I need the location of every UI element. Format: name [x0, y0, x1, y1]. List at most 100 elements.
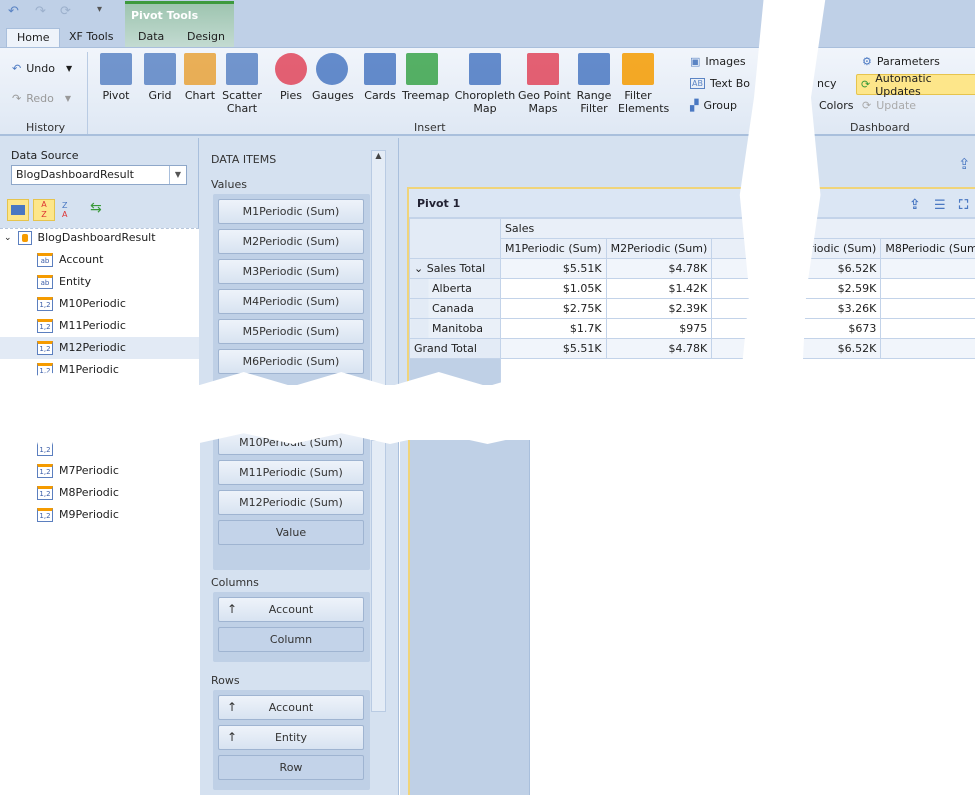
sort-ascending-button[interactable]: AZ — [33, 199, 55, 221]
field-item[interactable]: 1,2 M11Periodic — [0, 315, 199, 337]
tab-home[interactable]: Home — [6, 28, 61, 48]
insert-filter-button[interactable]: Filter Elements — [618, 53, 669, 115]
update-icon[interactable]: ⟳ — [60, 4, 71, 19]
insert-cards-button[interactable]: Cards — [360, 53, 400, 102]
redo-icon[interactable]: ↷ — [35, 4, 46, 19]
field-item[interactable]: ab Account — [0, 249, 199, 271]
data-item-button[interactable]: M5Periodic (Sum) — [218, 319, 364, 344]
grid-icon — [144, 53, 176, 85]
numeric-field-icon: 1,2 — [37, 464, 53, 478]
redo-button[interactable]: ↷ Redo ▼ — [12, 92, 71, 105]
field-item[interactable]: ab Entity — [0, 271, 199, 293]
swap-icon[interactable]: ⇆ — [90, 200, 102, 216]
customize-qat-icon[interactable]: ▾ — [97, 4, 102, 15]
values-label: Values — [211, 178, 247, 191]
column-header[interactable]: M2Periodic (Sum) — [605, 238, 713, 259]
value-cell: $5.51K — [499, 258, 607, 279]
data-item-button[interactable]: M11Periodic (Sum) — [218, 460, 364, 485]
text-box-button[interactable]: AB Text Bo — [690, 77, 750, 90]
parameters-button[interactable]: ⚙ Parameters — [862, 55, 940, 68]
data-item-button[interactable]: ↑ Entity — [218, 725, 364, 750]
insert-pie-button[interactable]: Pies — [271, 53, 311, 102]
field-item[interactable]: 1,2 M8Periodic — [0, 482, 199, 504]
chart-icon — [184, 53, 216, 85]
history-group-label: History — [26, 121, 66, 134]
insert-geo-point-map-button[interactable]: Geo Point Maps — [518, 53, 571, 115]
sort-descending-button[interactable]: ZA — [62, 201, 67, 219]
tab-design[interactable]: Design — [177, 28, 235, 48]
insert-treemap-button[interactable]: Treemap — [402, 53, 449, 102]
scrollbar[interactable] — [371, 440, 386, 712]
automatic-updates-button[interactable]: ⟳ Automatic Updates — [856, 72, 975, 98]
group-by-type-button[interactable] — [7, 199, 29, 221]
data-items-title: DATA ITEMS — [211, 153, 277, 166]
insert-pivot-button[interactable]: Pivot — [96, 53, 136, 102]
scrollbar[interactable]: ▲ — [371, 150, 386, 385]
row-header[interactable]: Alberta — [409, 278, 501, 299]
update-button[interactable]: ⟳ Update — [862, 99, 916, 112]
data-item-button[interactable]: M1Periodic (Sum) — [218, 199, 364, 224]
insert-group-label: Insert — [414, 121, 446, 134]
field-item[interactable]: 1,2 M7Periodic — [0, 460, 199, 482]
chevron-down-icon[interactable]: ⌄ — [414, 262, 427, 275]
sort-up-icon[interactable]: ↑ — [227, 598, 237, 621]
row-header[interactable]: Grand Total — [409, 338, 501, 359]
insert-choropleth-map-button[interactable]: Choropleth Map — [454, 53, 516, 115]
tab-xf-tools[interactable]: XF Tools — [59, 28, 123, 48]
rows-well: ↑ Account ↑ Entity Row — [213, 690, 370, 790]
column-group-header[interactable]: Sales — [499, 218, 975, 239]
export-icon[interactable]: ⇪ — [958, 155, 971, 173]
row-header[interactable]: Manitoba — [409, 318, 501, 339]
row-header[interactable]: ⌄ Sales Total — [409, 258, 501, 279]
insert-gauge-button[interactable]: Gauges — [312, 53, 354, 102]
undo-icon: ↶ — [12, 62, 22, 75]
chevron-down-icon[interactable]: ⌄ — [4, 227, 12, 249]
data-item-button[interactable]: M4Periodic (Sum) — [218, 289, 364, 314]
data-item-button[interactable]: ↑ Account — [218, 695, 364, 720]
insert-chart-button[interactable]: Chart — [180, 53, 220, 102]
tab-data[interactable]: Data — [128, 28, 174, 48]
insert-range-filter-button[interactable]: Range Filter — [574, 53, 614, 115]
undo-button[interactable]: ↶ Undo ▼ — [12, 62, 72, 75]
field-item[interactable]: 1,2 M12Periodic — [0, 337, 199, 359]
data-item-button[interactable]: Row — [218, 755, 364, 780]
image-icon: ▣ — [690, 55, 701, 68]
value-cell — [880, 278, 975, 299]
pie-icon — [275, 53, 307, 85]
data-item-button[interactable]: Value — [218, 520, 364, 545]
dashboard-designer-top: ↶ ↷ ⟳ ▾ Pivot Tools Home XF Tools Data D… — [0, 0, 975, 385]
group-button[interactable]: ▞ Group — [690, 99, 737, 112]
values-well: M1Periodic (Sum) M2Periodic (Sum) M3Period… — [213, 194, 370, 385]
data-items-panel: DATA ITEMS Values M1Periodic (Sum) M2Peri… — [200, 138, 399, 385]
row-header[interactable]: Canada — [409, 298, 501, 319]
table-row: Manitoba $1.7K $975 $673 — [409, 318, 975, 339]
transparency-button-partial[interactable]: ncy — [817, 77, 837, 90]
data-item-button[interactable]: M2Periodic (Sum) — [218, 229, 364, 254]
data-item-button[interactable]: M12Periodic (Sum) — [218, 490, 364, 515]
data-item-button[interactable]: M3Periodic (Sum) — [218, 259, 364, 284]
sort-up-icon[interactable]: ↑ — [227, 696, 237, 719]
insert-grid-button[interactable]: Grid — [140, 53, 180, 102]
column-header[interactable]: M8Periodic (Sum) — [880, 238, 975, 259]
colors-button-partial[interactable]: Colors — [819, 99, 853, 112]
column-header[interactable]: M1Periodic (Sum) — [499, 238, 607, 259]
data-item-button[interactable]: ↑ Account — [218, 597, 364, 622]
text-field-icon: ab — [37, 253, 53, 267]
refresh-gear-icon: ⟳ — [861, 78, 871, 91]
images-button[interactable]: ▣ Images — [690, 55, 746, 68]
chevron-down-icon[interactable]: ▼ — [169, 166, 186, 184]
data-item-button[interactable]: M6Periodic (Sum) — [218, 349, 364, 374]
field-item[interactable]: 1,2 M10Periodic — [0, 293, 199, 315]
tree-root[interactable]: ⌄ BlogDashboardResult — [4, 227, 156, 249]
insert-scatter-chart-button[interactable]: Scatter Chart — [222, 53, 262, 115]
tree-item-partial: 1,2 — [37, 438, 53, 460]
undo-icon[interactable]: ↶ — [8, 4, 19, 19]
data-source-combo[interactable]: BlogDashboardResult ▼ — [11, 165, 187, 185]
maximize-icon[interactable]: ⛶ — [959, 191, 968, 220]
redo-icon: ↷ — [12, 92, 22, 105]
data-item-button[interactable]: Column — [218, 627, 364, 652]
filter-search-icon[interactable]: ☰ — [934, 191, 946, 220]
export-icon[interactable]: ⇪ — [909, 191, 921, 220]
sort-up-icon[interactable]: ↑ — [227, 726, 237, 749]
field-item[interactable]: 1,2 M9Periodic — [0, 504, 199, 526]
